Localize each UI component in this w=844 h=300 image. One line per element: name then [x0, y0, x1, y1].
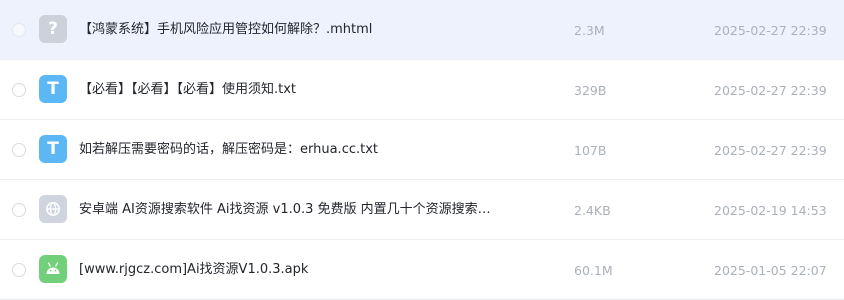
file-date: 2025-02-19 14:53 — [714, 203, 827, 218]
file-size: 2.4KB — [574, 203, 611, 218]
file-name[interactable]: [www.rjgcz.com]Ai找资源V1.0.3.apk — [79, 261, 549, 279]
file-list: ? 【鸿蒙系统】手机风险应用管控如何解除？.mhtml 2.3M 2025-02… — [0, 0, 844, 300]
file-size: 2.3M — [574, 23, 605, 38]
file-row[interactable]: 安卓端 AI资源搜索软件 Ai找资源 v1.0.3 免费版 内置几十个资源搜索…… — [0, 180, 844, 240]
android-apk-icon — [39, 255, 67, 283]
file-row[interactable]: T 如若解压需要密码的话，解压密码是：erhua.cc.txt 107B 202… — [0, 120, 844, 180]
file-size: 107B — [574, 143, 607, 158]
file-row[interactable]: [www.rjgcz.com]Ai找资源V1.0.3.apk 60.1M 202… — [0, 240, 844, 300]
file-name[interactable]: 【必看】【必看】【必看】使用须知.txt — [79, 81, 549, 99]
file-name[interactable]: 【鸿蒙系统】手机风险应用管控如何解除？.mhtml — [79, 21, 549, 39]
txt-file-icon: T — [39, 75, 67, 103]
row-checkbox[interactable] — [12, 143, 26, 157]
globe-icon-glyph — [46, 202, 60, 216]
file-name[interactable]: 安卓端 AI资源搜索软件 Ai找资源 v1.0.3 免费版 内置几十个资源搜索… — [79, 201, 549, 219]
row-checkbox[interactable] — [12, 83, 26, 97]
txt-file-icon: T — [39, 135, 67, 163]
globe-icon — [39, 195, 67, 223]
row-checkbox[interactable] — [12, 23, 26, 37]
row-checkbox[interactable] — [12, 203, 26, 217]
file-size: 329B — [574, 83, 607, 98]
file-date: 2025-02-27 22:39 — [714, 23, 827, 38]
file-size: 60.1M — [574, 263, 613, 278]
unknown-file-icon: ? — [39, 15, 67, 43]
file-row[interactable]: T 【必看】【必看】【必看】使用须知.txt 329B 2025-02-27 2… — [0, 60, 844, 120]
file-date: 2025-01-05 22:07 — [714, 263, 827, 278]
file-row[interactable]: ? 【鸿蒙系统】手机风险应用管控如何解除？.mhtml 2.3M 2025-02… — [0, 0, 844, 60]
file-date: 2025-02-27 22:39 — [714, 143, 827, 158]
android-icon-glyph — [46, 262, 60, 274]
file-date: 2025-02-27 22:39 — [714, 83, 827, 98]
row-checkbox[interactable] — [12, 263, 26, 277]
file-name[interactable]: 如若解压需要密码的话，解压密码是：erhua.cc.txt — [79, 141, 549, 159]
